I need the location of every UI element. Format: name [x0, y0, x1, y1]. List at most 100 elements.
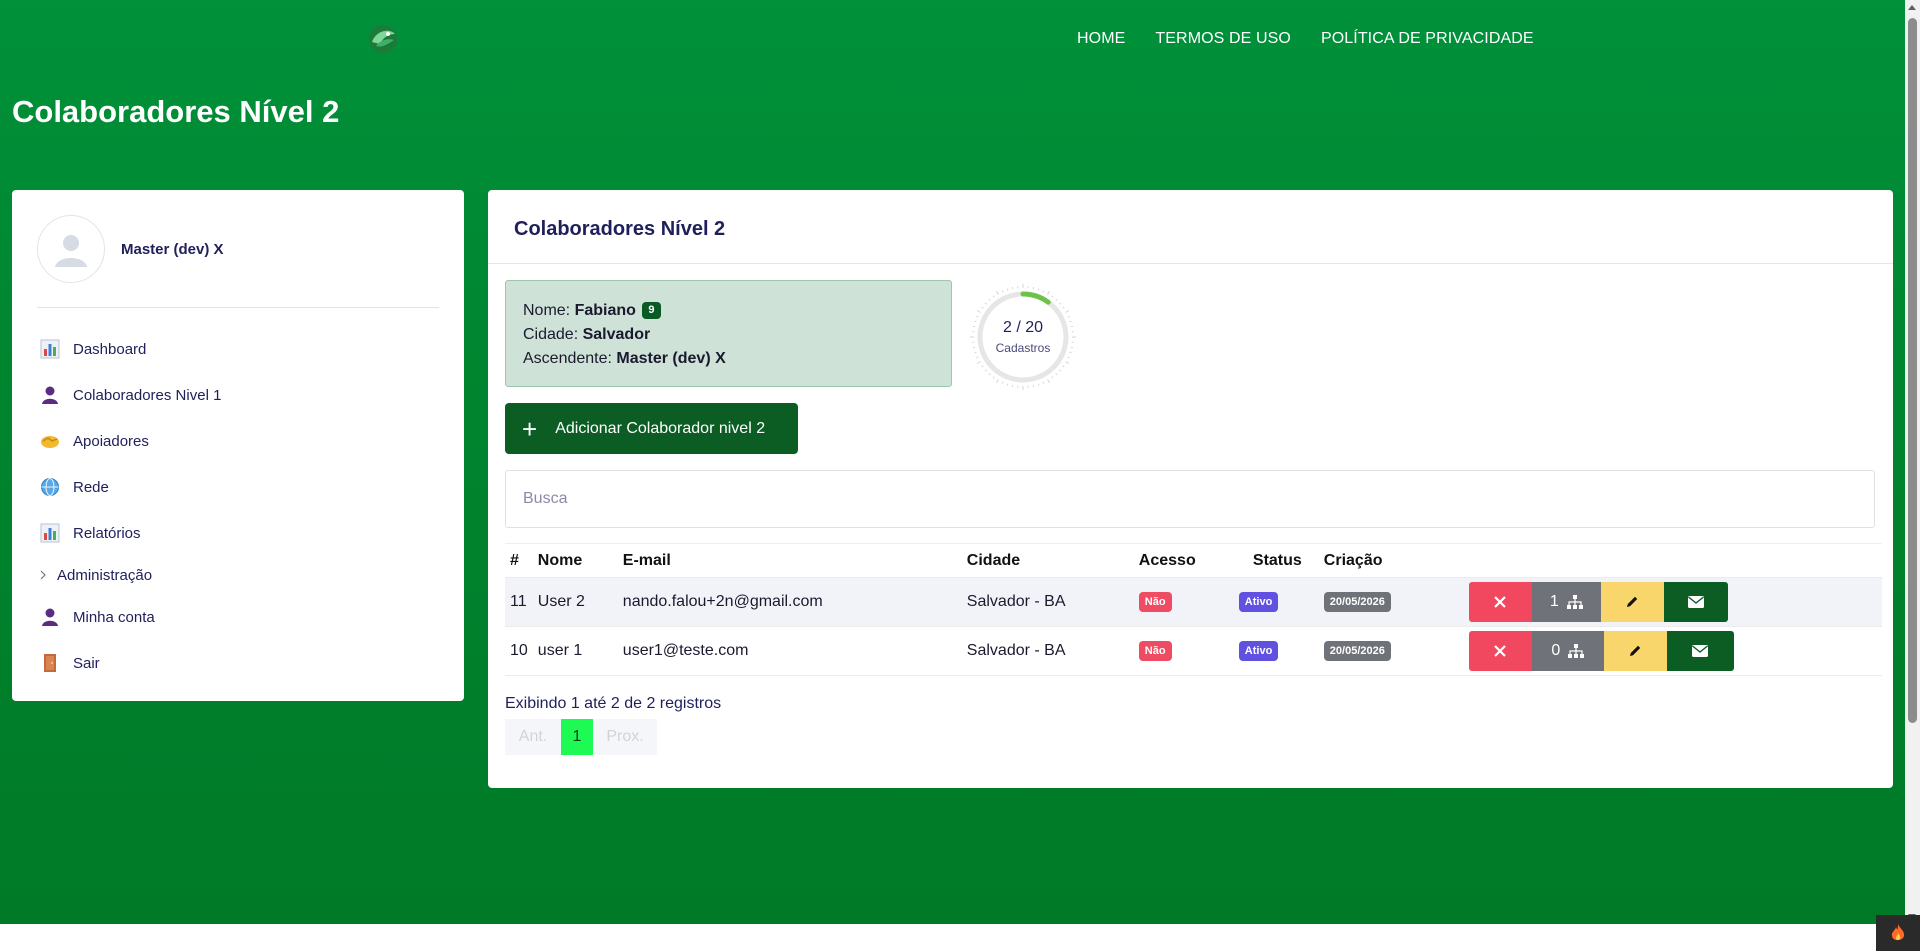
info-ascendant-label: Ascendente: — [523, 350, 612, 367]
sidebar-menu: Dashboard Colaboradores Nivel 1 Apoiador… — [39, 326, 439, 686]
info-ascendant-row: Ascendente: Master (dev) X — [523, 347, 934, 371]
parent-info-box: Nome: Fabiano 9 Cidade: Salvador Ascende… — [505, 280, 952, 387]
user-icon — [39, 606, 61, 628]
cell-access: Não — [1133, 577, 1234, 627]
sidebar-item-dashboard[interactable]: Dashboard — [39, 326, 439, 372]
count-badge: 9 — [642, 302, 661, 319]
sidebar-item-administracao[interactable]: Administração — [39, 556, 439, 594]
sidebar-item-apoiadores[interactable]: Apoiadores — [39, 418, 439, 464]
envelope-icon — [1692, 645, 1709, 657]
cell-created: 20/05/2026 — [1318, 626, 1464, 676]
main-card: Colaboradores Nível 2 Nome: Fabiano 9 Ci… — [488, 190, 1893, 788]
gauge-tick — [981, 306, 984, 309]
vertical-scrollbar[interactable] — [1905, 0, 1920, 924]
sidebar-item-label: Apoiadores — [73, 432, 149, 450]
sidebar-item-rede[interactable]: Rede — [39, 464, 439, 510]
gauge-progress — [1020, 291, 1051, 305]
gauge-tick — [1047, 290, 1050, 295]
access-badge: Não — [1138, 592, 1172, 612]
gauge-ring — [970, 284, 1076, 390]
pager-prev-button[interactable]: Ant. — [505, 719, 561, 755]
top-navigation: HOME TERMOS DE USO POLÍTICA DE PRIVACIDA… — [1077, 30, 1564, 48]
gauge-tick — [976, 361, 981, 364]
info-name-value: Fabiano — [574, 302, 636, 319]
scrollbar-thumb[interactable] — [1908, 18, 1917, 723]
sidebar-item-colaboradores-nivel-1[interactable]: Colaboradores Nivel 1 — [39, 372, 439, 418]
gauge-tick — [1067, 315, 1070, 318]
gauge-tick — [1037, 383, 1040, 386]
edit-button[interactable] — [1600, 582, 1664, 622]
gauge-tick — [1062, 365, 1065, 368]
gauge-tick — [1055, 373, 1058, 376]
col-header-status[interactable]: Status — [1233, 543, 1319, 578]
row-actions: 0 — [1468, 631, 1877, 671]
pencil-icon — [1630, 645, 1641, 656]
sidebar-item-label: Dashboard — [73, 340, 147, 358]
subordinates-count: 1 — [1549, 593, 1559, 610]
pager-next-button[interactable]: Prox. — [593, 719, 657, 755]
subordinates-button[interactable]: 1 — [1531, 582, 1601, 622]
edit-button[interactable] — [1603, 631, 1667, 671]
nav-terms[interactable]: TERMOS DE USO — [1155, 30, 1291, 48]
col-header-id[interactable]: # — [505, 543, 533, 578]
sidebar-item-sair[interactable]: Sair — [39, 640, 439, 686]
scroll-up-icon[interactable] — [1908, 5, 1916, 10]
status-badge: Ativo — [1238, 592, 1279, 612]
nav-privacy[interactable]: POLÍTICA DE PRIVACIDADE — [1321, 30, 1534, 48]
gauge-tick — [1047, 379, 1050, 384]
pager-page-1[interactable]: 1 — [561, 719, 593, 755]
cell-city: Salvador - BA — [961, 626, 1134, 676]
page-title: Colaboradores Nível 2 — [12, 94, 340, 129]
gauge-tick — [1051, 376, 1054, 379]
logo-icon[interactable] — [366, 22, 400, 56]
delete-button[interactable] — [1468, 631, 1532, 671]
gauge-tick — [1001, 290, 1004, 293]
gauge-tick — [1037, 288, 1040, 291]
subordinates-button[interactable]: 0 — [1531, 631, 1604, 671]
table-info: Exibindo 1 até 2 de 2 registros — [505, 695, 722, 712]
cell-id: 10 — [505, 626, 533, 676]
info-city-value: Salvador — [582, 326, 651, 343]
subordinates-count: 0 — [1551, 642, 1561, 659]
cell-status: Ativo — [1233, 577, 1319, 627]
cell-name: User 2 — [532, 577, 618, 627]
close-icon — [1494, 645, 1507, 657]
col-header-email[interactable]: E-mail — [617, 543, 962, 578]
bar-chart-icon — [39, 522, 61, 544]
col-header-access[interactable]: Acesso — [1133, 543, 1234, 578]
col-header-city[interactable]: Cidade — [961, 543, 1134, 578]
table-row: 10 user 1 user1@teste.com Salvador - BA … — [505, 626, 1882, 676]
sidebar-item-label: Rede — [73, 478, 109, 496]
gauge-tick — [992, 295, 995, 298]
gauge-tick — [1065, 361, 1070, 364]
envelope-icon — [1687, 596, 1704, 608]
add-collaborator-button[interactable]: + Adicionar Colaborador nivel 2 — [505, 403, 798, 454]
col-header-created[interactable]: Criação — [1318, 543, 1464, 578]
email-button[interactable] — [1663, 582, 1728, 622]
gauge-tick — [996, 290, 999, 295]
gauge-tick — [1042, 290, 1045, 293]
nav-home[interactable]: HOME — [1077, 30, 1125, 48]
user-icon — [39, 384, 61, 406]
table-row: 11 User 2 nando.falou+2n@gmail.com Salva… — [505, 577, 1882, 627]
user-profile: Master (dev) X — [37, 215, 224, 283]
pagination: Ant. 1 Prox. — [505, 719, 657, 755]
search-input[interactable] — [505, 470, 1875, 528]
sidebar-item-relatorios[interactable]: Relatórios — [39, 510, 439, 556]
card-title: Colaboradores Nível 2 — [514, 218, 726, 240]
flame-icon[interactable] — [1876, 915, 1920, 951]
sidebar-card: Master (dev) X Dashboard Colaboradores N… — [12, 190, 464, 701]
cell-created: 20/05/2026 — [1318, 577, 1464, 627]
cell-id: 11 — [505, 577, 533, 627]
email-button[interactable] — [1666, 631, 1734, 671]
gauge-tick — [996, 379, 999, 384]
gauge-tick — [992, 376, 995, 379]
info-city-label: Cidade: — [523, 326, 579, 343]
info-city-row: Cidade: Salvador — [523, 323, 934, 347]
col-header-name[interactable]: Nome — [532, 543, 618, 578]
delete-button[interactable] — [1468, 582, 1532, 622]
gauge-tick — [976, 356, 979, 359]
sidebar-item-minha-conta[interactable]: Minha conta — [39, 594, 439, 640]
gauge-tick — [1006, 383, 1009, 386]
cell-city: Salvador - BA — [961, 577, 1134, 627]
